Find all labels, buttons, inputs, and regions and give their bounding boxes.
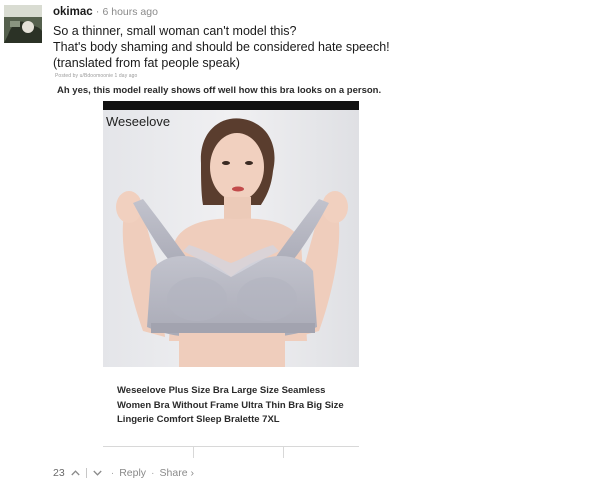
timestamp[interactable]: 6 hours ago <box>102 6 157 18</box>
comment-body: So a thinner, small woman can't model th… <box>53 23 593 71</box>
separator-dot: · <box>151 467 155 479</box>
vote-score: 23 <box>53 467 65 479</box>
embedded-posted-by: Posted by u/Bdoomoonie 1 day ago <box>55 73 138 79</box>
comment-header: okimac · 6 hours ago <box>53 6 158 18</box>
caption-divider <box>103 446 359 458</box>
avatar[interactable] <box>4 5 42 43</box>
product-image[interactable]: Weseelove <box>103 101 359 367</box>
chevron-up-icon <box>71 470 80 476</box>
brand-label: Weseelove <box>106 114 171 129</box>
model-illustration <box>103 110 359 367</box>
chevron-down-icon <box>93 470 102 476</box>
comment-line-3: (translated from fat people speak) <box>53 56 240 70</box>
divider-tick <box>283 446 284 458</box>
vote-divider <box>85 468 87 478</box>
comment-actions: 23 · Reply · Share › <box>53 467 194 479</box>
downvote-button[interactable] <box>93 470 102 476</box>
comment-line-2: That's body shaming and should be consid… <box>53 40 390 54</box>
separator-dot: · <box>110 467 115 479</box>
comment-line-1: So a thinner, small woman can't model th… <box>53 24 297 38</box>
upvote-button[interactable] <box>71 470 80 476</box>
divider-tick <box>193 446 194 458</box>
username[interactable]: okimac <box>53 6 93 18</box>
separator-dot: · <box>95 6 100 18</box>
reply-button[interactable]: Reply <box>119 467 146 479</box>
product-caption[interactable]: Weseelove Plus Size Bra Large Size Seaml… <box>117 384 362 428</box>
share-button[interactable]: Share › <box>160 467 194 479</box>
embedded-post-title: Ah yes, this model really shows off well… <box>57 85 382 96</box>
